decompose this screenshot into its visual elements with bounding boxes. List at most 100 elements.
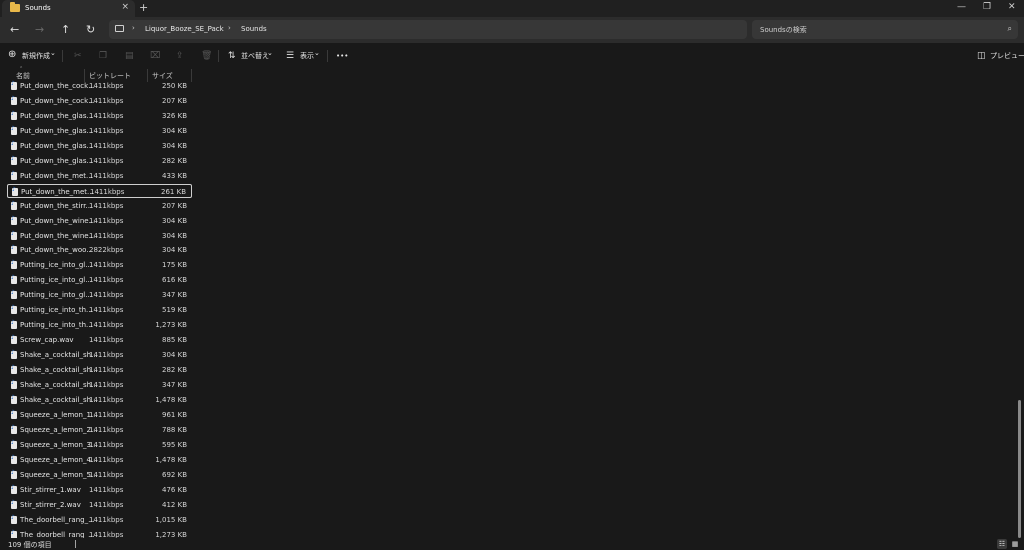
file-name: Put_down_the_glas...	[20, 126, 94, 135]
file-row[interactable]: Put_down_the_glas...1411kbps 304 KB	[7, 124, 192, 138]
breadcrumb-separator[interactable]: ›	[132, 24, 135, 32]
tab-close-icon[interactable]: ×	[121, 2, 129, 12]
file-row[interactable]: Shake_a_cocktail_sh...1411kbps 304 KB	[7, 348, 192, 362]
close-window-button[interactable]: ✕	[1008, 2, 1016, 12]
file-row[interactable]: Putting_ice_into_th...1411kbps 519 KB	[7, 303, 192, 317]
up-icon[interactable]: ↑	[61, 23, 70, 36]
file-row[interactable]: Put_down_the_met...1411kbps 433 KB	[7, 169, 192, 183]
file-row[interactable]: Put_down_the_glas...1411kbps 282 KB	[7, 154, 192, 168]
this-pc-icon[interactable]	[115, 25, 124, 32]
file-row[interactable]: Squeeze_a_lemon_3...1411kbps 595 KB	[7, 438, 192, 452]
divider	[327, 50, 328, 62]
file-size: 207 KB	[162, 96, 187, 105]
file-row[interactable]: Put_down_the_glas...1411kbps 304 KB	[7, 139, 192, 153]
file-row[interactable]: Putting_ice_into_gl...1411kbps 175 KB	[7, 258, 192, 272]
file-size: 595 KB	[162, 440, 187, 449]
file-row[interactable]: Put_down_the_met...1411kbps 261 KB	[7, 183, 192, 198]
sort-button[interactable]: 並べ替え	[241, 51, 269, 61]
file-name: Putting_ice_into_gl...	[20, 276, 92, 285]
file-name: Put_down_the_met...	[20, 171, 93, 180]
view-dropdown-icon[interactable]: ⌄	[314, 49, 320, 57]
more-options-button[interactable]: •••	[336, 52, 348, 60]
file-name: Squeeze_a_lemon_4...	[20, 455, 98, 464]
file-name: Put_down_the_wine...	[20, 231, 96, 240]
audio-file-icon	[12, 186, 18, 196]
cut-icon[interactable]: ✂	[74, 51, 82, 61]
audio-file-icon	[11, 155, 17, 165]
new-tab-button[interactable]: +	[139, 1, 148, 14]
view-icon[interactable]: ☰	[286, 51, 294, 61]
paste-icon[interactable]: ▤	[125, 51, 134, 61]
address-bar[interactable]: › Liquor_Booze_SE_Pack › Sounds	[109, 20, 747, 39]
tiles-view-icon[interactable]: ▦	[1010, 539, 1020, 549]
file-row[interactable]: Put_down_the_woo...2822kbps 304 KB	[7, 243, 192, 257]
copy-icon[interactable]: ❐	[99, 51, 107, 61]
new-icon[interactable]: ⊕	[8, 49, 16, 60]
file-bitrate: 1411kbps	[89, 171, 124, 180]
rename-icon[interactable]: ⌧	[150, 51, 160, 61]
file-row[interactable]: Squeeze_a_lemon_1...1411kbps 961 KB	[7, 408, 192, 422]
delete-icon[interactable]: 🗑	[201, 51, 212, 61]
audio-file-icon	[11, 319, 17, 330]
file-name: Screw_cap.wav	[20, 336, 74, 345]
file-row[interactable]: Stir_stirrer_1.wav 1411kbps 476 KB	[7, 483, 192, 497]
forward-icon[interactable]: →	[35, 23, 44, 36]
file-row[interactable]: Putting_ice_into_th...1411kbps 1,273 KB	[7, 318, 192, 332]
preview-pane-icon[interactable]: ◫	[977, 51, 986, 61]
sort-icon[interactable]: ⇅	[228, 51, 236, 61]
audio-file-icon	[11, 499, 17, 509]
file-row[interactable]: Put_down_the_glas...1411kbps 326 KB	[7, 109, 192, 123]
folder-icon	[10, 2, 20, 12]
file-row[interactable]: Put_down_the_cock...1411kbps 250 KB	[7, 79, 192, 93]
breadcrumb-separator[interactable]: ›	[228, 24, 231, 32]
file-name: Squeeze_a_lemon_5...	[20, 470, 98, 479]
back-icon[interactable]: ←	[10, 23, 19, 36]
refresh-icon[interactable]: ↻	[86, 23, 95, 36]
file-name: Shake_a_cocktail_sh...	[20, 351, 98, 360]
vertical-scrollbar[interactable]	[1018, 400, 1021, 538]
file-row[interactable]: Put_down_the_wine...1411kbps 304 KB	[7, 229, 192, 243]
audio-file-icon	[11, 439, 17, 449]
file-bitrate: 1411kbps	[89, 82, 124, 90]
new-dropdown-icon[interactable]: ⌄	[50, 49, 56, 57]
file-row[interactable]: Screw_cap.wav 1411kbps 885 KB	[7, 333, 192, 347]
file-bitrate: 1411kbps	[89, 425, 124, 434]
new-button[interactable]: 新規作成	[22, 51, 50, 61]
file-bitrate: 1411kbps	[89, 470, 124, 479]
view-button[interactable]: 表示	[300, 51, 314, 61]
breadcrumb-liquor-booze[interactable]: Liquor_Booze_SE_Pack	[145, 25, 224, 33]
file-row[interactable]: Putting_ice_into_gl...1411kbps 347 KB	[7, 288, 192, 302]
search-input[interactable]: Soundsの検索	[760, 25, 807, 35]
minimize-button[interactable]: —	[957, 2, 966, 12]
file-row[interactable]: Shake_a_cocktail_sh...1411kbps 1,478 KB	[7, 393, 192, 407]
audio-file-icon	[11, 379, 17, 389]
file-bitrate: 1411kbps	[89, 111, 124, 120]
share-icon[interactable]: ⇪	[176, 51, 184, 61]
file-name: Putting_ice_into_th...	[20, 306, 93, 315]
file-row[interactable]: Shake_a_cocktail_sh...1411kbps 282 KB	[7, 363, 192, 377]
maximize-button[interactable]: ❐	[983, 2, 991, 12]
item-count: 109 個の項目	[8, 541, 52, 549]
search-box[interactable]: Soundsの検索 ⌕	[752, 20, 1018, 39]
file-row[interactable]: Squeeze_a_lemon_4...1411kbps 1,478 KB	[7, 453, 192, 467]
audio-file-icon	[11, 140, 17, 150]
sort-dropdown-icon[interactable]: ⌄	[267, 49, 273, 57]
tab-sounds[interactable]: Sounds ×	[2, 0, 135, 17]
file-row[interactable]: Put_down_the_cock...1411kbps 207 KB	[7, 94, 192, 108]
file-row[interactable]: Putting_ice_into_gl...1411kbps 616 KB	[7, 273, 192, 287]
preview-button[interactable]: プレビュー	[990, 51, 1024, 61]
file-size: 326 KB	[162, 111, 187, 120]
file-row[interactable]: Put_down_the_stirr...1411kbps 207 KB	[7, 199, 192, 213]
file-row[interactable]: Shake_a_cocktail_sh...1411kbps 347 KB	[7, 378, 192, 392]
file-row[interactable]: Stir_stirrer_2.wav 1411kbps 412 KB	[7, 498, 192, 512]
audio-file-icon	[11, 95, 17, 105]
file-bitrate: 1411kbps	[89, 485, 124, 494]
details-view-icon[interactable]: ☷	[997, 539, 1007, 549]
breadcrumb-sounds[interactable]: Sounds	[241, 25, 267, 33]
file-row[interactable]: Squeeze_a_lemon_5...1411kbps 692 KB	[7, 468, 192, 482]
file-row[interactable]: The_doorbell_rang_...1411kbps 1,015 KB	[7, 513, 192, 527]
file-name: Put_down_the_met...	[21, 187, 94, 196]
file-row[interactable]: Put_down_the_wine...1411kbps 304 KB	[7, 214, 192, 228]
file-row[interactable]: Squeeze_a_lemon_2...1411kbps 788 KB	[7, 423, 192, 437]
audio-file-icon	[11, 170, 17, 180]
